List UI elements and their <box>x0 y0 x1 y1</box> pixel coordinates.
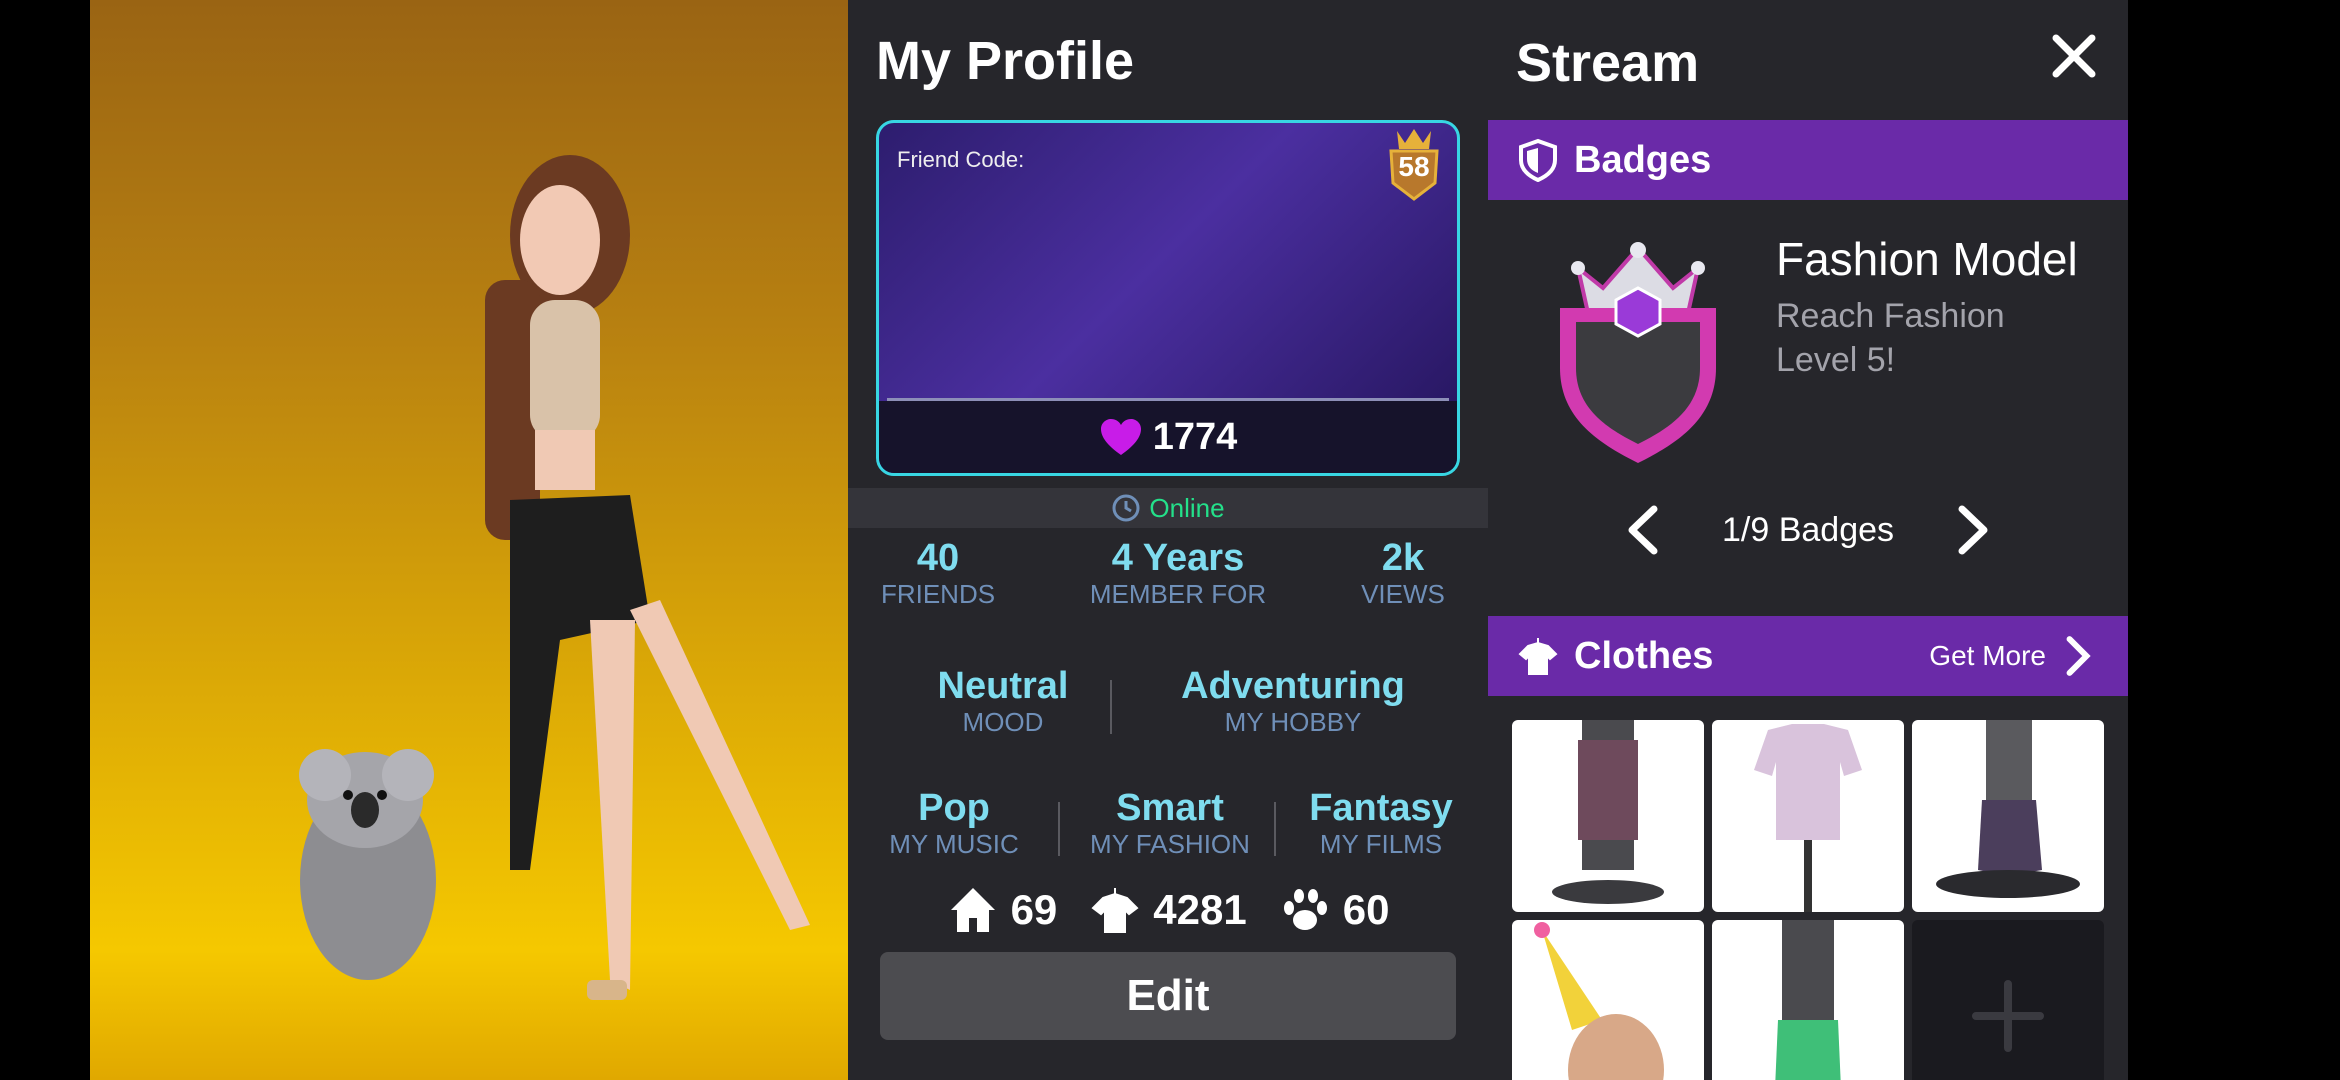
plus-icon <box>1972 980 2044 1052</box>
pets-count[interactable]: 60 <box>1279 884 1390 936</box>
avatar-illustration <box>299 155 810 1000</box>
divider <box>1058 802 1060 856</box>
boots-item-icon <box>1936 720 2080 898</box>
shirt-hanger-icon <box>1518 638 1558 675</box>
likes-count: 1774 <box>1152 415 1238 458</box>
trait-label: MY FASHION <box>1090 828 1250 859</box>
trait-music: Pop MY MUSIC <box>864 787 1044 859</box>
get-more-label: Get More <box>1929 640 2046 671</box>
clothing-item[interactable] <box>1512 720 1704 912</box>
chevron-right-icon[interactable] <box>1950 503 1994 557</box>
heart-icon <box>1100 419 1141 455</box>
trait-label: MY FILMS <box>1319 828 1443 859</box>
stream-panel: Stream Badges Fashion Model Reach Fashio… <box>1488 0 2128 1080</box>
homes-count[interactable]: 69 <box>947 884 1058 936</box>
stat-member-for: 4 Years MEMBER FOR <box>1068 537 1288 609</box>
clothes-count[interactable]: 4281 <box>1089 884 1247 936</box>
clock-icon <box>1112 494 1140 522</box>
stat-value: 40 <box>916 537 960 579</box>
green-boots-item-icon <box>1775 920 1841 1080</box>
trait-value: Smart <box>1116 787 1224 829</box>
likes-row: 1774 <box>879 401 1457 473</box>
trait-value: Fantasy <box>1309 787 1453 829</box>
chevron-left-icon[interactable] <box>1622 503 1666 557</box>
friend-code-label: Friend Code: <box>897 147 1025 172</box>
trait-label: MOOD <box>962 706 1044 737</box>
stat-value: 2k <box>1381 537 1425 579</box>
stat-label: VIEWS <box>1361 578 1445 609</box>
house-icon <box>950 888 995 932</box>
trait-label: MY MUSIC <box>889 828 1019 859</box>
trait-value: Neutral <box>937 665 1069 707</box>
clothing-item[interactable] <box>1712 720 1904 912</box>
trait-mood: Neutral MOOD <box>908 665 1098 737</box>
divider <box>1274 802 1276 856</box>
profile-card[interactable]: Friend Code: 58 1774 <box>876 120 1460 476</box>
trait-fashion: Smart MY FASHION <box>1070 787 1270 859</box>
trait-value: Pop <box>918 787 990 829</box>
badge-name: Fashion Model <box>1776 233 2078 285</box>
trait-hobby: Adventuring MY HOBBY <box>1148 665 1438 737</box>
trait-label: MY HOBBY <box>1224 706 1362 737</box>
shield-icon <box>1519 138 1557 182</box>
edit-button[interactable]: Edit <box>880 952 1456 1040</box>
badge-pager: 1/9 Badges <box>1488 500 2128 560</box>
pager-label: 1/9 Badges <box>1721 510 1895 549</box>
add-clothing-button[interactable] <box>1912 920 2104 1080</box>
tshirt-item-icon <box>1754 724 1862 912</box>
stream-title: Stream <box>1516 33 1700 93</box>
stat-views: 2k VIEWS <box>1328 537 1478 609</box>
homes-count-value: 69 <box>1010 886 1058 933</box>
clothing-item[interactable] <box>1712 920 1904 1080</box>
divider <box>1110 680 1112 734</box>
trait-films: Fantasy MY FILMS <box>1286 787 1476 859</box>
get-more-link[interactable]: Get More <box>1929 634 2100 678</box>
status-text: Online <box>1149 492 1225 523</box>
clothes-header-label: Clothes <box>1574 634 1714 677</box>
badges-header-label: Badges <box>1574 138 1712 181</box>
clothes-count-value: 4281 <box>1153 886 1247 933</box>
pets-count-value: 60 <box>1342 886 1390 933</box>
stat-value: 4 Years <box>1111 537 1245 579</box>
trait-value: Adventuring <box>1181 665 1405 707</box>
level-number: 58 <box>1398 151 1430 182</box>
chevron-right-icon <box>2066 636 2091 676</box>
clothing-item[interactable] <box>1912 720 2104 912</box>
stat-friends[interactable]: 40 FRIENDS <box>868 537 1008 609</box>
badge-description: Reach Fashion Level 5! <box>1776 297 2005 380</box>
clothing-item[interactable] <box>1512 920 1704 1080</box>
inventory-counts: 69 4281 60 <box>848 880 1488 940</box>
party-hat-item-icon <box>1534 922 1664 1080</box>
leg-warmers-item-icon <box>1552 720 1664 904</box>
profile-panel: My Profile Friend Code: 58 1774 Online 4… <box>848 0 1488 1080</box>
avatar-stage <box>90 0 848 1080</box>
paw-icon <box>1283 889 1327 930</box>
shirt-hanger-icon <box>1091 888 1139 933</box>
stat-label: FRIENDS <box>880 578 996 609</box>
page-title: My Profile <box>876 31 1135 91</box>
close-icon[interactable] <box>2048 30 2100 82</box>
clothes-header: Clothes Get More <box>1488 616 2128 696</box>
fashion-model-badge-icon[interactable] <box>1548 228 1728 468</box>
stat-label: MEMBER FOR <box>1089 578 1267 609</box>
badges-header: Badges <box>1488 120 2128 200</box>
online-status: Online <box>848 488 1488 528</box>
